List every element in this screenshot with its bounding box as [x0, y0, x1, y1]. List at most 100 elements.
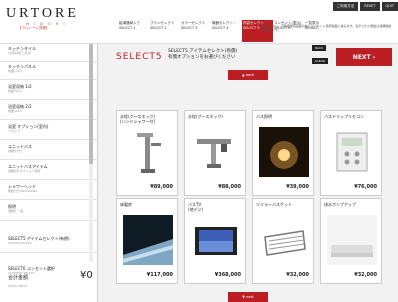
product-price: ¥39,000	[286, 184, 309, 190]
product-price: ¥89,000	[150, 184, 173, 190]
product-card[interactable]: 水栓(グースネック) ¥88,000	[184, 110, 246, 196]
select-label: SELECT5	[116, 52, 163, 62]
step-2[interactable]: プランセレクト SELECT 2	[149, 20, 180, 42]
sidebar-item-kitchen-panel[interactable]: キッチンパネル 前面パネル	[8, 64, 36, 74]
divider	[0, 139, 98, 140]
divider	[0, 252, 98, 253]
product-name-sub: (地デジ)	[188, 207, 204, 212]
product-card[interactable]: ツイラーバスケット ¥32,000	[252, 198, 314, 284]
next-button[interactable]: NEXT ›	[336, 48, 392, 66]
sidebar-item-sub: 機能付きGRAFADINA	[8, 189, 38, 193]
back-bar-button[interactable]: ▲ back	[228, 70, 268, 80]
sidebar-item-kitchen-tile[interactable]: キッチンタイル (お客様施工方法)	[8, 46, 36, 56]
sidebar-item-sub: 前面30cm	[8, 89, 23, 93]
product-name-line: 床暖房	[120, 202, 132, 207]
product-name: ツイラーバスケット	[256, 202, 292, 207]
sidebar-item-sub: (機能付)オプション項目	[8, 169, 41, 173]
top-bar: URTORE M I D O R I 【ウルトーレ見積】 給湯器導入で SELEC…	[0, 0, 398, 44]
step-code: SELECT 3	[181, 26, 198, 30]
divider	[0, 79, 98, 80]
step-3[interactable]: カラーセレクト SELECT 3	[180, 20, 211, 42]
sidebar-item-shower-head[interactable]: シャワーヘッド 機能付きGRAFADINA	[8, 184, 37, 194]
logo-text: URTORE	[6, 6, 79, 21]
product-name: 水栓(グースネック)	[188, 114, 223, 119]
sidebar-item-bath-storage-2[interactable]: 浴室収納 2/2 前面30cm	[8, 104, 32, 114]
title-line2: 有償オプションをお選びください	[168, 55, 236, 60]
sidebar-item-select5[interactable]: SELECT5 アイテムセレクト(有償) OPTION SELECT	[8, 236, 70, 246]
product-name-line: バスドリップリモコン	[324, 114, 364, 119]
sidebar-item-sub: (機能) 一般	[8, 209, 24, 213]
step-code: SELECT 2	[150, 26, 167, 30]
product-name: 水栓(グースネック) (ハンドシャワー付)	[120, 114, 155, 124]
product-name-line: ツイラーバスケット	[256, 202, 292, 207]
sidebar-item-sub: (機能付き)	[8, 149, 23, 153]
total-sub: TOTAL PRICE	[8, 284, 28, 288]
sidebar-item-bath-option[interactable]: 浴室 オプション(室内) フタイプ	[8, 124, 48, 134]
divider	[0, 159, 98, 160]
logo[interactable]: URTORE M I D O R I 【ウルトーレ見積】	[6, 6, 79, 31]
remote-control-image	[336, 132, 368, 172]
sidebar-item-sub: 前面30cm	[8, 109, 23, 113]
sidebar-item-unit-bath[interactable]: ユニットバス (機能付き)	[8, 144, 32, 154]
sidebar-item-lighting[interactable]: 照明 (機能) 一般	[8, 204, 23, 214]
sidebar-item-sub: OPTION SELECT	[8, 241, 32, 245]
product-price: ¥76,000	[354, 184, 377, 190]
drain-pump-image	[327, 215, 377, 265]
help-button[interactable]: ご利用方法	[332, 2, 359, 11]
product-name-line: 水栓(グースネック)	[188, 114, 223, 119]
logo-ja: 【ウルトーレ見積】	[18, 26, 50, 30]
back-button[interactable]: BACK	[312, 45, 327, 51]
sidebar-item-unit-bath-item[interactable]: ユニットバスアイテム (機能付)オプション項目	[8, 164, 48, 174]
product-name: 床暖房	[120, 202, 132, 207]
product-name-line: 排水ポンプアップ	[324, 202, 356, 207]
faucet-image	[137, 133, 161, 173]
divider	[0, 99, 98, 100]
product-name: バスTV (地デジ)	[188, 202, 203, 212]
sidebar-scrollbar[interactable]	[89, 44, 93, 262]
product-name: バスドリップリモコン	[324, 114, 364, 119]
divider	[0, 199, 98, 200]
total-value: ¥0	[80, 270, 93, 281]
divider	[0, 119, 98, 120]
product-card[interactable]: 床暖房 ¥117,000	[116, 198, 178, 284]
product-card[interactable]: バス照明 ¥39,000	[252, 110, 314, 196]
product-name-line: バス照明	[256, 114, 272, 119]
product-price: ¥368,000	[214, 272, 241, 278]
product-name: バス照明	[256, 114, 272, 119]
product-name-sub: (ハンドシャワー付)	[120, 119, 156, 124]
sidebar: キッチンタイル (お客様施工方法) キッチンパネル 前面パネル 浴室収納 1/2 前面…	[0, 44, 98, 302]
bath-tv-image	[195, 227, 237, 255]
divider	[0, 220, 98, 221]
product-card[interactable]: バスドリップリモコン ¥76,000	[320, 110, 382, 196]
product-price: ¥32,000	[354, 272, 377, 278]
product-card[interactable]: バスTV (地デジ) ¥368,000	[184, 198, 246, 284]
sidebar-item-sub: 前面パネル	[8, 69, 24, 73]
step-4[interactable]: 機器セレクト・ SELECT 4	[211, 20, 242, 42]
quit-button[interactable]: QUIT	[381, 2, 398, 11]
chevron-right-icon: ›	[370, 53, 376, 61]
step-1[interactable]: 給湯器導入で SELECT 1	[118, 20, 149, 42]
product-price: ¥117,000	[146, 272, 173, 278]
product-card[interactable]: 水栓(グースネック) (ハンドシャワー付) ¥89,000	[116, 110, 178, 196]
next-label: NEXT	[352, 53, 371, 61]
basket-image	[264, 230, 306, 256]
bath-light-image	[259, 127, 309, 177]
scroll-thumb[interactable]	[89, 44, 93, 164]
step-code: SELECT 4	[212, 26, 229, 30]
floor-heating-image	[123, 215, 173, 265]
main-header: SELECT5 SELECT5 アイテムセレクト(有償) 有償オプションをお選び…	[100, 44, 398, 70]
total-label: 合計金額	[8, 275, 29, 281]
reset-button[interactable]: RESET	[360, 2, 380, 11]
page-title: SELECT5 アイテムセレクト(有償) 有償オプションをお選びください	[168, 49, 237, 61]
sidebar-item-sub: フタイプ	[8, 129, 21, 133]
clear-button[interactable]: CLEAR	[312, 58, 328, 64]
product-price: ¥32,000	[286, 272, 309, 278]
sidebar-item-bath-storage-1[interactable]: 浴室収納 1/2 前面30cm	[8, 84, 32, 94]
note-text: ※右記「次へ」で最終確認画面の前にコンセント選択画面に進みます。表示された価格は…	[260, 24, 392, 32]
sidebar-item-sub: (お客様施工方法)	[8, 51, 32, 55]
divider	[0, 179, 98, 180]
divider	[0, 61, 98, 62]
next-bar-button[interactable]: ▼ next	[228, 292, 268, 302]
step-code: SELECT 1	[119, 26, 136, 30]
product-card[interactable]: 排水ポンプアップ ¥32,000	[320, 198, 382, 284]
